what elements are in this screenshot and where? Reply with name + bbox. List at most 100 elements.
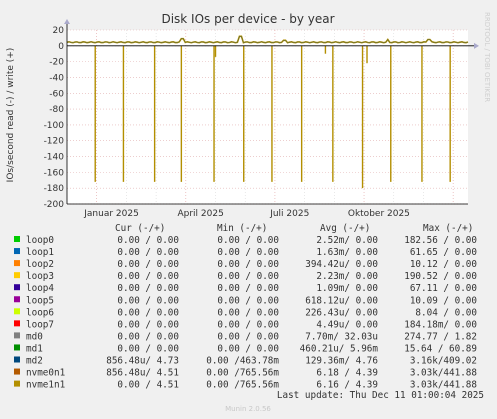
x-tick-label: Oktober 2025 [348,209,410,219]
legend-swatch [14,308,20,315]
legend-max: 10.09 / 0.00 [410,295,477,306]
legend-min: 0.00 / 0.00 [217,247,279,258]
legend-row-md0: md0 0.00 / 0.00 0.00 / 0.00 7.70m/ 32.03u 27… [14,331,477,342]
legend-max: 67.11 / 0.00 [410,283,477,294]
legend-avg: 2.23m/ 0.00 [316,271,378,282]
legend-series-name: loop5 [26,295,54,306]
y-tick-label: 20 [53,26,65,36]
x-axis-arrow-icon [474,42,479,49]
x-tick-label: April 2025 [177,209,223,219]
y-tick-label: -80 [49,105,64,115]
legend-cur: 0.00 / 0.00 [117,343,179,354]
legend-max: 8.04 / 0.00 [415,307,477,318]
legend-cur: 0.00 / 0.00 [117,271,179,282]
legend-swatch [14,260,20,267]
legend-cur: 0.00 / 0.00 [117,283,179,294]
legend-swatch [14,248,20,255]
legend-cur: 0.00 / 0.00 [117,259,179,270]
legend-max: 184.18m/ 0.00 [404,319,477,330]
y-tick-label: 0 [58,42,64,52]
legend-min: 0.00 /463.78m [206,356,279,367]
legend-series-name: loop1 [26,247,54,258]
y-tick-label: -160 [44,168,65,178]
legend-row-nvme0n1: nvme0n1 856.48u/ 4.51 0.00 /765.56m 6.18 / … [14,368,477,379]
y-tick-label: -20 [49,58,64,68]
legend-row-loop5: loop5 0.00 / 0.00 0.00 / 0.00 618.12u/ 0.00… [14,295,477,306]
legend-swatch [14,332,20,339]
legend-avg: 2.52m/ 0.00 [316,235,378,246]
legend-series-name: loop6 [26,307,54,318]
legend-header-avg: Avg (-/+) [320,223,370,234]
legend-min: 0.00 / 0.00 [217,331,279,342]
legend-avg: 6.16 / 4.39 [316,380,378,391]
legend-avg: 460.21u/ 5.96m [300,343,379,354]
legend-row-loop1: loop1 0.00 / 0.00 0.00 / 0.00 1.63m/ 0.00 61… [14,247,477,258]
legend-series-name: loop3 [26,271,54,282]
legend-cur: 0.00 / 0.00 [117,295,179,306]
x-tick-labels: Januar 2025 April 2025 Juli 2025 Oktober 20… [83,209,410,219]
legend-avg: 1.63m/ 0.00 [316,247,378,258]
legend-series-name: loop7 [26,319,54,330]
legend-avg: 1.09m/ 0.00 [316,283,378,294]
legend-max: 190.52 / 0.00 [404,271,477,282]
legend-row-loop4: loop4 0.00 / 0.00 0.00 / 0.00 1.09m/ 0.00 67… [14,283,477,294]
y-tick-label: -140 [44,153,65,163]
legend-series-name: loop4 [26,283,54,294]
legend-cur: 0.00 / 0.00 [117,247,179,258]
legend-swatch [14,320,20,327]
legend-max: 3.03k/441.88 [410,380,477,391]
last-update: Last update: Thu Dec 11 01:00:04 2025 [277,390,484,401]
legend-swatch [14,296,20,303]
legend-max: 3.16k/409.02 [410,356,477,367]
legend-min: 0.00 / 0.00 [217,259,279,270]
legend-cur: 856.48u/ 4.51 [106,368,179,379]
legend-row-md2: md2 856.48u/ 4.73 0.00 /463.78m 129.36m/ 4.… [14,356,477,367]
legend-swatch [14,272,20,279]
legend-row-loop0: loop0 0.00 / 0.00 0.00 / 0.00 2.52m/ 0.00 18… [14,235,477,246]
legend-swatch [14,356,20,363]
y-tick-labels: 20 0 -20 -40 -60 -80 -100 -120 -140 -160 -180 -200 [44,26,65,210]
legend-row-loop7: loop7 0.00 / 0.00 0.00 / 0.00 4.49u/ 0.00 18… [14,319,477,330]
legend-series-name: md1 [26,343,43,354]
y-tick-label: -120 [44,137,65,147]
legend-avg: 4.49u/ 0.00 [316,319,378,330]
y-tick-label: -200 [44,200,65,210]
legend-avg: 129.36m/ 4.76 [305,356,378,367]
legend-min: 0.00 / 0.00 [217,343,279,354]
legend-series-name: loop2 [26,259,54,270]
legend-min: 0.00 / 0.00 [217,307,279,318]
y-axis-label: IOs/second read (-) / write (+) [6,48,16,183]
legend-series-name: loop0 [26,235,54,246]
legend-cur: 856.48u/ 4.73 [106,356,179,367]
chart-title: Disk IOs per device - by year [161,12,334,26]
legend-cur: 0.00 / 4.51 [117,380,179,391]
legend-swatch [14,344,20,351]
legend-header-max: Max (-/+) [423,223,473,234]
y-tick-label: -100 [44,121,65,131]
legend-swatch [14,284,20,291]
legend-avg: 394.42u/ 0.00 [305,259,378,270]
legend-row-loop6: loop6 0.00 / 0.00 0.00 / 0.00 226.43u/ 0.00… [14,307,477,318]
y-tick-label: -60 [49,89,64,99]
y-axis-arrow-icon [64,19,70,24]
legend-max: 15.64 / 60.89 [404,343,477,354]
legend-cur: 0.00 / 0.00 [117,331,179,342]
legend-header-min: Min (-/+) [217,223,267,234]
legend-row-loop2: loop2 0.00 / 0.00 0.00 / 0.00 394.42u/ 0.00… [14,259,477,270]
legend-min: 0.00 / 0.00 [217,271,279,282]
legend-swatch [14,380,20,387]
x-tick-label: Juli 2025 [269,209,309,219]
x-tick-label: Januar 2025 [83,209,139,219]
rrdtool-credit: RRDTOOL / TOBI OETIKER [483,12,491,102]
legend-cur: 0.00 / 0.00 [117,235,179,246]
legend-series-name: nvme1n1 [26,380,65,391]
legend-min: 0.00 / 0.00 [217,235,279,246]
legend-series-name: nvme0n1 [26,368,65,379]
legend-max: 61.65 / 0.00 [410,247,477,258]
legend-max: 10.12 / 0.00 [410,259,477,270]
legend-min: 0.00 / 0.00 [217,319,279,330]
legend-series-name: md0 [26,331,43,342]
y-tick-label: -40 [49,73,64,83]
legend-min: 0.00 /765.56m [206,368,279,379]
legend-header: Cur (-/+) Min (-/+) Avg (-/+) Max (-/+) [115,223,473,234]
